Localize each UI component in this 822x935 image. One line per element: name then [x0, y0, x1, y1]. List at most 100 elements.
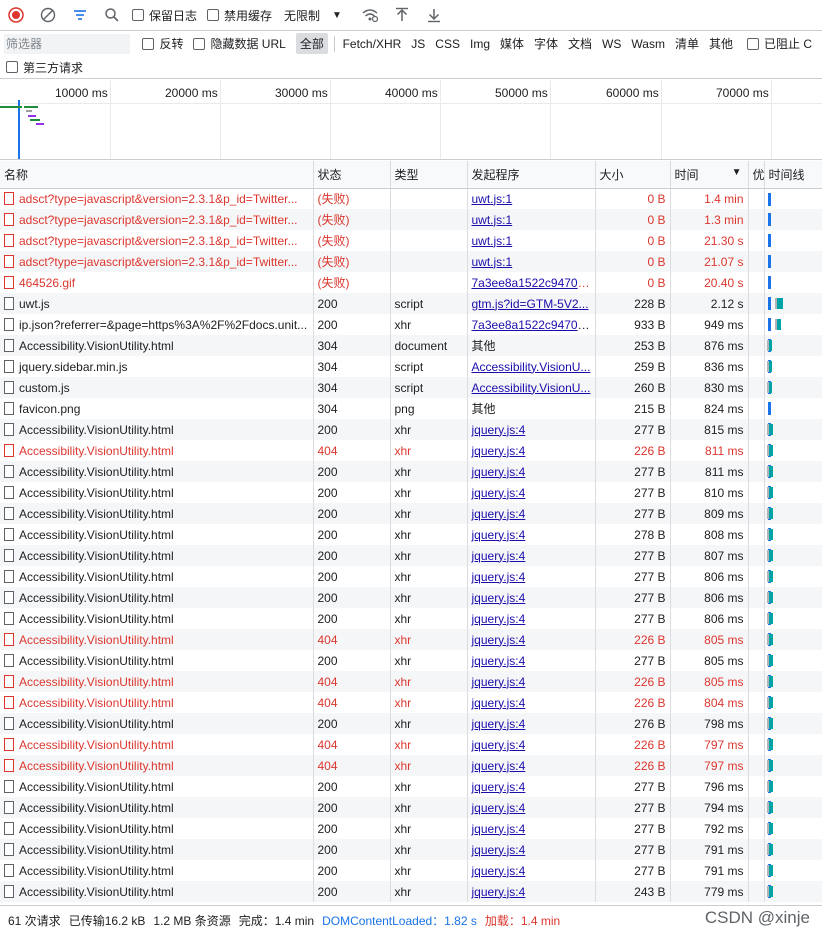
- table-row[interactable]: adsct?type=javascript&version=2.3.1&p_id…: [0, 188, 822, 209]
- table-row[interactable]: Accessibility.VisionUtility.html 200 xhr jq…: [0, 566, 822, 587]
- network-conditions-button[interactable]: [358, 3, 382, 27]
- table-row[interactable]: adsct?type=javascript&version=2.3.1&p_id…: [0, 251, 822, 272]
- row-initiator[interactable]: uwt.js:1: [467, 230, 596, 251]
- filter-input[interactable]: 筛选器: [4, 33, 131, 54]
- row-initiator[interactable]: jquery.js:4: [467, 629, 596, 650]
- table-row[interactable]: Accessibility.VisionUtility.html 200 xhr jq…: [0, 461, 822, 482]
- search-button[interactable]: [100, 3, 124, 27]
- row-initiator[interactable]: jquery.js:4: [467, 881, 596, 902]
- filter-type-font[interactable]: 字体: [530, 33, 562, 54]
- row-initiator[interactable]: jquery.js:4: [467, 524, 596, 545]
- row-initiator[interactable]: jquery.js:4: [467, 419, 596, 440]
- initiator-link[interactable]: jquery.js:4: [472, 801, 526, 815]
- row-initiator[interactable]: uwt.js:1: [467, 209, 596, 230]
- table-row[interactable]: Accessibility.VisionUtility.html 200 xhr jq…: [0, 881, 822, 902]
- initiator-link[interactable]: jquery.js:4: [472, 486, 526, 500]
- row-initiator[interactable]: jquery.js:4: [467, 587, 596, 608]
- table-row[interactable]: Accessibility.VisionUtility.html 404 xhr jq…: [0, 692, 822, 713]
- table-row[interactable]: Accessibility.VisionUtility.html 200 xhr jq…: [0, 482, 822, 503]
- initiator-link[interactable]: jquery.js:4: [472, 717, 526, 731]
- filter-toggle-button[interactable]: [68, 3, 92, 27]
- column-header-name[interactable]: 名称: [0, 161, 314, 189]
- column-header-waterfall[interactable]: 时间线: [764, 161, 822, 189]
- row-initiator[interactable]: uwt.js:1: [467, 251, 596, 272]
- filter-type-media[interactable]: 媒体: [496, 33, 528, 54]
- filter-type-img[interactable]: Img: [466, 35, 494, 53]
- initiator-link[interactable]: jquery.js:4: [472, 507, 526, 521]
- initiator-link[interactable]: jquery.js:4: [472, 570, 526, 584]
- throttling-select[interactable]: 无限制 ▼: [282, 7, 344, 24]
- column-header-initiator[interactable]: 发起程序: [467, 161, 596, 189]
- filter-type-js[interactable]: JS: [407, 35, 429, 53]
- row-initiator[interactable]: jquery.js:4: [467, 734, 596, 755]
- filter-type-wasm[interactable]: Wasm: [627, 35, 669, 53]
- initiator-link[interactable]: jquery.js:4: [472, 696, 526, 710]
- initiator-link[interactable]: jquery.js:4: [472, 885, 526, 899]
- initiator-link[interactable]: jquery.js:4: [472, 444, 526, 458]
- import-har-button[interactable]: [390, 3, 414, 27]
- table-row[interactable]: Accessibility.VisionUtility.html 200 xhr jq…: [0, 797, 822, 818]
- hide-data-url-checkbox[interactable]: 隐藏数据 URL: [193, 35, 286, 52]
- table-row[interactable]: Accessibility.VisionUtility.html 200 xhr jq…: [0, 776, 822, 797]
- filter-type-fetch-xhr[interactable]: Fetch/XHR: [339, 35, 406, 53]
- initiator-link[interactable]: uwt.js:1: [472, 255, 513, 269]
- initiator-link[interactable]: jquery.js:4: [472, 423, 526, 437]
- row-initiator[interactable]: jquery.js:4: [467, 818, 596, 839]
- initiator-link[interactable]: jquery.js:4: [472, 759, 526, 773]
- table-row[interactable]: custom.js 304 script Accessibility.VisionU.…: [0, 377, 822, 398]
- timeline-overview[interactable]: 10000 ms 20000 ms 30000 ms 40000 ms 5000…: [0, 80, 822, 160]
- filter-type-doc[interactable]: 文档: [564, 33, 596, 54]
- third-party-checkbox[interactable]: 第三方请求: [6, 59, 83, 76]
- column-header-extra[interactable]: 优: [748, 161, 765, 189]
- initiator-link[interactable]: jquery.js:4: [472, 843, 526, 857]
- table-row[interactable]: adsct?type=javascript&version=2.3.1&p_id…: [0, 230, 822, 251]
- row-initiator[interactable]: jquery.js:4: [467, 713, 596, 734]
- table-row[interactable]: Accessibility.VisionUtility.html 200 xhr jq…: [0, 839, 822, 860]
- row-initiator[interactable]: jquery.js:4: [467, 503, 596, 524]
- row-initiator[interactable]: jquery.js:4: [467, 692, 596, 713]
- column-header-type[interactable]: 类型: [390, 161, 468, 189]
- table-row[interactable]: Accessibility.VisionUtility.html 200 xhr jq…: [0, 608, 822, 629]
- table-row[interactable]: favicon.png 304 png 其他 215 B 824 ms: [0, 398, 822, 419]
- column-header-status[interactable]: 状态: [313, 161, 391, 189]
- table-row[interactable]: Accessibility.VisionUtility.html 304 docum…: [0, 335, 822, 356]
- row-initiator[interactable]: Accessibility.VisionU...: [467, 377, 596, 398]
- row-initiator[interactable]: jquery.js:4: [467, 797, 596, 818]
- row-initiator[interactable]: 7a3ee8a1522c9470.j...: [467, 272, 596, 293]
- filter-type-css[interactable]: CSS: [431, 35, 464, 53]
- disable-cache-checkbox[interactable]: 禁用缓存: [207, 7, 272, 24]
- row-initiator[interactable]: jquery.js:4: [467, 839, 596, 860]
- table-row[interactable]: Accessibility.VisionUtility.html 200 xhr jq…: [0, 650, 822, 671]
- filter-type-ws[interactable]: WS: [598, 35, 625, 53]
- filter-type-manifest[interactable]: 清单: [671, 33, 703, 54]
- table-row[interactable]: Accessibility.VisionUtility.html 200 xhr jq…: [0, 524, 822, 545]
- table-row[interactable]: Accessibility.VisionUtility.html 200 xhr jq…: [0, 545, 822, 566]
- preserve-log-checkbox[interactable]: 保留日志: [132, 7, 197, 24]
- filter-type-other[interactable]: 其他: [705, 33, 737, 54]
- table-row[interactable]: adsct?type=javascript&version=2.3.1&p_id…: [0, 209, 822, 230]
- row-initiator[interactable]: uwt.js:1: [467, 188, 596, 209]
- initiator-link[interactable]: jquery.js:4: [472, 465, 526, 479]
- initiator-link[interactable]: uwt.js:1: [472, 192, 513, 206]
- filter-type-all[interactable]: 全部: [295, 33, 328, 54]
- column-header-time[interactable]: 时间 ▼: [670, 161, 749, 189]
- table-row[interactable]: Accessibility.VisionUtility.html 200 xhr jq…: [0, 587, 822, 608]
- table-row[interactable]: Accessibility.VisionUtility.html 200 xhr jq…: [0, 419, 822, 440]
- invert-checkbox[interactable]: 反转: [142, 35, 183, 52]
- initiator-link[interactable]: uwt.js:1: [472, 213, 513, 227]
- row-initiator[interactable]: gtm.js?id=GTM-5V2...: [467, 293, 596, 314]
- row-initiator[interactable]: jquery.js:4: [467, 461, 596, 482]
- column-header-size[interactable]: 大小: [595, 161, 671, 189]
- initiator-link[interactable]: jquery.js:4: [472, 591, 526, 605]
- initiator-link[interactable]: gtm.js?id=GTM-5V2...: [472, 297, 589, 311]
- clear-button[interactable]: [36, 3, 60, 27]
- initiator-link[interactable]: jquery.js:4: [472, 654, 526, 668]
- table-row[interactable]: Accessibility.VisionUtility.html 404 xhr jq…: [0, 440, 822, 461]
- initiator-link[interactable]: jquery.js:4: [472, 822, 526, 836]
- row-initiator[interactable]: jquery.js:4: [467, 755, 596, 776]
- initiator-link[interactable]: jquery.js:4: [472, 780, 526, 794]
- initiator-link[interactable]: jquery.js:4: [472, 738, 526, 752]
- table-row[interactable]: Accessibility.VisionUtility.html 200 xhr jq…: [0, 818, 822, 839]
- initiator-link[interactable]: jquery.js:4: [472, 612, 526, 626]
- row-initiator[interactable]: jquery.js:4: [467, 776, 596, 797]
